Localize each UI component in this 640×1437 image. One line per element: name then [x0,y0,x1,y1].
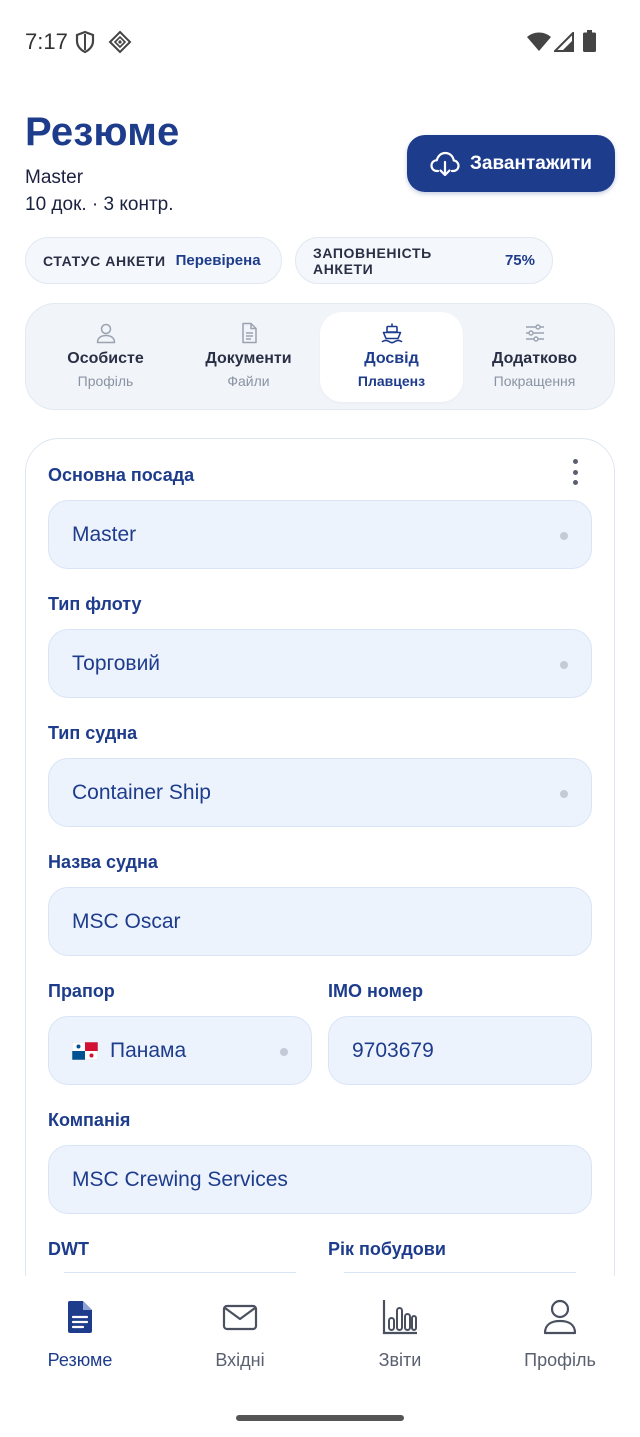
tab-documents-title: Документи [205,350,292,367]
vessel-type-value: Container Ship [72,780,211,804]
tab-personal-subtitle: Профіль [77,373,134,389]
status-chip-label: СТАТУС АНКЕТИ [43,252,166,269]
flag-value: Панама [110,1038,187,1062]
completeness-chip: ЗАПОВНЕНІСТЬ АНКЕТИ 75% [295,237,553,284]
section-tabs: Особисте Профіль Документи Файли Досвід … [25,303,615,410]
nav-resume-label: Резюме [47,1350,113,1370]
build-year-label: Рік побудови [328,1239,446,1259]
select-indicator-icon [280,1048,288,1056]
position-select[interactable]: Master [48,500,592,569]
fleet-type-value: Торговий [72,651,161,675]
page-title: Резюме [25,110,180,154]
nav-reports[interactable]: Звіти [320,1298,480,1371]
download-button[interactable]: Завантажити [407,135,615,192]
signal-icon [554,32,574,52]
select-indicator-icon [560,790,568,798]
company-input[interactable]: MSC Crewing Services [48,1145,592,1214]
tab-personal[interactable]: Особисте Профіль [34,312,177,402]
imo-input[interactable]: 9703679 [328,1016,592,1085]
nav-profile[interactable]: Профіль [480,1298,640,1371]
tab-additional[interactable]: Додатково Покращення [463,312,606,402]
flag-select[interactable]: Панама [48,1016,312,1085]
wifi-icon [527,32,551,51]
vessel-name-label: Назва судна [48,852,158,872]
vessel-type-select[interactable]: Container Ship [48,758,592,827]
company-value: MSC Crewing Services [72,1167,288,1191]
cloud-download-icon [430,151,460,176]
sliders-icon [525,324,544,342]
completeness-chip-label: ЗАПОВНЕНІСТЬ АНКЕТИ [313,244,432,277]
tab-experience[interactable]: Досвід Плавценз [320,312,463,402]
dwt-label: DWT [48,1239,89,1259]
ship-icon [381,323,402,344]
status-bar: 7:17 [0,0,640,84]
fleet-type-select[interactable]: Торговий [48,629,592,698]
profile-icon [543,1299,577,1335]
nav-resume[interactable]: Резюме [0,1298,160,1371]
documents-summary: 10 док. · 3 контр. [25,194,174,215]
tab-experience-title: Досвід [364,350,419,367]
company-label: Компанія [48,1110,131,1130]
position-value: Master [72,522,137,546]
resume-icon [68,1301,92,1333]
panama-flag-icon [72,1041,98,1060]
vessel-name-input[interactable]: MSC Oscar [48,887,592,956]
imo-value: 9703679 [352,1038,434,1062]
nav-reports-label: Звіти [378,1350,422,1370]
tab-documents-subtitle: Файли [227,373,270,389]
chart-icon [382,1300,417,1335]
nav-inbox[interactable]: Вхідні [160,1298,320,1371]
bottom-navigation: Резюме Вхідні Звіти Профіль [0,1276,640,1437]
more-vertical-icon[interactable] [565,457,585,487]
document-icon [241,322,257,344]
fleet-type-label: Тип флоту [48,594,142,614]
vessel-type-label: Тип судна [48,723,138,743]
tab-experience-subtitle: Плавценз [357,373,426,389]
position-label: Основна посада [48,465,195,485]
shield-icon [75,30,95,54]
tab-personal-title: Особисте [67,350,144,367]
imo-label: IMO номер [328,981,423,1001]
status-chip-value: Перевірена [175,252,261,269]
person-icon [96,323,115,344]
tab-additional-subtitle: Покращення [493,373,576,389]
battery-icon [583,30,596,52]
home-indicator[interactable] [236,1415,404,1421]
download-button-label: Завантажити [470,152,592,174]
tab-additional-title: Додатково [491,350,577,367]
completeness-chip-value: 75% [504,252,535,269]
mail-icon [222,1304,258,1331]
status-time: 7:17 [25,29,68,54]
select-indicator-icon [560,661,568,669]
flag-label: Прапор [48,981,115,1001]
status-chip: СТАТУС АНКЕТИ Перевірена [25,237,282,284]
notification-app-icon [108,30,132,54]
select-indicator-icon [560,532,568,540]
vessel-name-value: MSC Oscar [72,909,181,933]
nav-inbox-label: Вхідні [215,1350,265,1370]
nav-profile-label: Профіль [524,1350,596,1370]
tab-documents[interactable]: Документи Файли [177,312,320,402]
rank-text: Master [25,167,84,188]
